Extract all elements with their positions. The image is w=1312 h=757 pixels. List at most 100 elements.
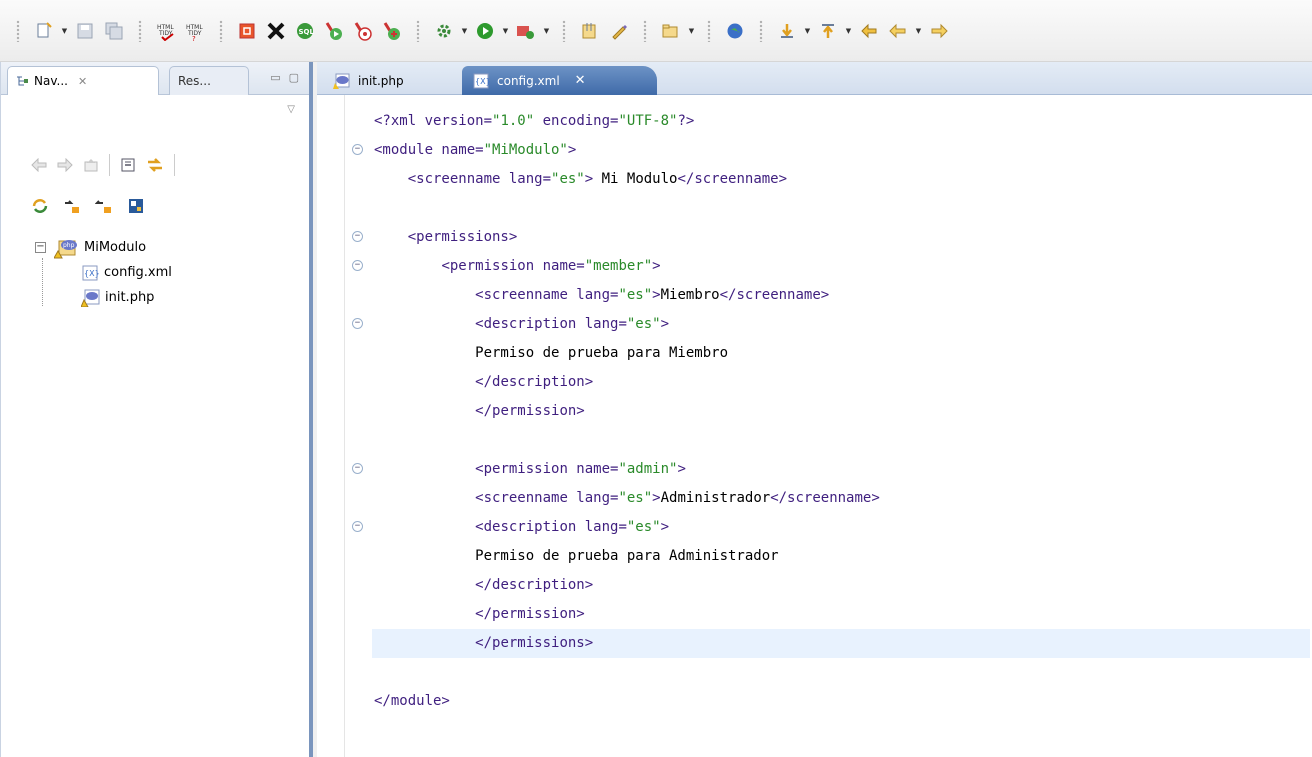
- upload-icon[interactable]: [95, 197, 113, 215]
- back-icon[interactable]: [31, 158, 47, 172]
- code-line[interactable]: − <permissions>: [352, 223, 1310, 252]
- code-line[interactable]: <screenname lang="es">Administrador</scr…: [374, 484, 1310, 513]
- editor-area: init.php {X} config.xml ✕ <?xml version=…: [317, 62, 1312, 757]
- collapse-toggle-icon[interactable]: −: [35, 242, 46, 253]
- fold-toggle-icon[interactable]: −: [352, 144, 363, 155]
- code-line[interactable]: </permission>: [374, 600, 1310, 629]
- code-line[interactable]: Permiso de prueba para Administrador: [374, 542, 1310, 571]
- navigator-toolbar-history: [31, 154, 175, 176]
- toolbar-separator: [562, 20, 566, 42]
- up-icon[interactable]: [83, 158, 99, 172]
- tab-resources[interactable]: Res...: [169, 66, 249, 95]
- code-line[interactable]: </permission>: [374, 397, 1310, 426]
- toolbar-separator: [643, 20, 647, 42]
- back-dropdown-icon[interactable]: ▼: [914, 19, 923, 43]
- forward-arrow-icon[interactable]: [926, 19, 952, 43]
- new-folder-dropdown-icon[interactable]: ▼: [687, 19, 696, 43]
- maximize-icon[interactable]: ▢: [289, 71, 299, 84]
- forward-icon[interactable]: [57, 158, 73, 172]
- php-file-icon: [81, 289, 100, 307]
- run-icon[interactable]: [472, 19, 498, 43]
- tree-item-project[interactable]: − php MiModulo: [35, 235, 172, 260]
- tab-init-php[interactable]: init.php: [323, 66, 438, 95]
- external-tools-icon[interactable]: [513, 19, 539, 43]
- toolbar-separator: [109, 154, 110, 176]
- svg-text:SQL: SQL: [299, 28, 315, 36]
- code-line[interactable]: </module>: [374, 687, 1310, 716]
- code-line[interactable]: <?xml version="1.0" encoding="UTF-8"?>: [374, 107, 1310, 136]
- toolbar-separator: [174, 154, 175, 176]
- run-dropdown-icon[interactable]: ▼: [501, 19, 510, 43]
- code-line[interactable]: </description>: [374, 571, 1310, 600]
- open-resource-icon[interactable]: [577, 19, 603, 43]
- code-line[interactable]: </description>: [374, 368, 1310, 397]
- fold-toggle-icon[interactable]: −: [352, 260, 363, 271]
- minimize-icon[interactable]: ▭: [270, 71, 280, 84]
- previous-annotation-dropdown-icon[interactable]: ▼: [844, 19, 853, 43]
- previous-annotation-icon[interactable]: [815, 19, 841, 43]
- new-wizard-icon[interactable]: [31, 19, 57, 43]
- xml-file-icon: {X}: [82, 265, 99, 280]
- svg-text:{X}: {X}: [84, 269, 99, 278]
- settings-dropdown-icon[interactable]: ▼: [460, 19, 469, 43]
- svg-text:{X}: {X}: [475, 77, 490, 86]
- code-line[interactable]: [374, 194, 1310, 223]
- collapse-all-icon[interactable]: [120, 157, 136, 173]
- code-line[interactable]: − <permission name="member">: [352, 252, 1310, 281]
- toolbar-separator: [219, 20, 223, 42]
- html-tidy-check-icon[interactable]: HTML TIDY?: [182, 19, 208, 43]
- settings-gear-icon[interactable]: [431, 19, 457, 43]
- svg-text:php: php: [63, 242, 75, 249]
- sql-explorer-icon[interactable]: SQL: [292, 19, 318, 43]
- code-line[interactable]: <screenname lang="es"> Mi Modulo</screen…: [374, 165, 1310, 194]
- synchronize-icon[interactable]: [127, 197, 145, 215]
- terminate-icon[interactable]: [263, 19, 289, 43]
- download-icon[interactable]: [63, 197, 81, 215]
- code-line[interactable]: [374, 426, 1310, 455]
- next-annotation-dropdown-icon[interactable]: ▼: [803, 19, 812, 43]
- new-wizard-dropdown-icon[interactable]: ▼: [60, 19, 69, 43]
- close-icon[interactable]: ✕: [575, 73, 586, 88]
- fold-toggle-icon[interactable]: −: [352, 318, 363, 329]
- editor-ruler: [317, 95, 345, 757]
- open-app-icon[interactable]: [234, 19, 260, 43]
- toolbar-grip[interactable]: [16, 20, 20, 42]
- next-annotation-icon[interactable]: [774, 19, 800, 43]
- html-tidy-fix-icon[interactable]: HTML TIDY: [153, 19, 179, 43]
- save-icon[interactable]: [72, 19, 98, 43]
- new-folder-icon[interactable]: [658, 19, 684, 43]
- editor-tab-bar: init.php {X} config.xml ✕: [317, 62, 1312, 95]
- toolbar-separator: [416, 20, 420, 42]
- close-icon[interactable]: ✕: [78, 75, 87, 88]
- project-tree: − php MiModulo {X} config.xml init.php: [35, 235, 172, 310]
- save-all-icon[interactable]: [101, 19, 127, 43]
- run-php-icon[interactable]: [321, 19, 347, 43]
- external-tools-dropdown-icon[interactable]: ▼: [542, 19, 551, 43]
- code-text-area[interactable]: <?xml version="1.0" encoding="UTF-8"?> − <…: [352, 107, 1310, 716]
- refresh-icon[interactable]: [31, 197, 49, 215]
- code-line[interactable]: <screenname lang="es">Miembro</screennam…: [374, 281, 1310, 310]
- profile-php-icon[interactable]: [379, 19, 405, 43]
- last-edit-icon[interactable]: [856, 19, 882, 43]
- tab-config-xml[interactable]: {X} config.xml ✕: [462, 66, 657, 95]
- code-line[interactable]: − <module name="MiModulo">: [352, 136, 1310, 165]
- code-line[interactable]: </permissions>: [372, 629, 1310, 658]
- code-line[interactable]: − <description lang="es">: [352, 513, 1310, 542]
- view-menu-icon[interactable]: ▽: [287, 104, 295, 115]
- fold-toggle-icon[interactable]: −: [352, 463, 363, 474]
- browser-globe-icon[interactable]: [722, 19, 748, 43]
- code-line[interactable]: [374, 658, 1310, 687]
- code-line[interactable]: − <description lang="es">: [352, 310, 1310, 339]
- fold-toggle-icon[interactable]: −: [352, 521, 363, 532]
- code-line[interactable]: Permiso de prueba para Miembro: [374, 339, 1310, 368]
- spell-check-icon[interactable]: [606, 19, 632, 43]
- fold-toggle-icon[interactable]: −: [352, 231, 363, 242]
- link-with-editor-icon[interactable]: [146, 157, 164, 173]
- tab-navigator[interactable]: Nav... ✕: [7, 66, 159, 95]
- debug-php-icon[interactable]: [350, 19, 376, 43]
- tab-navigator-label: Nav...: [34, 74, 68, 88]
- tree-item-config-xml[interactable]: {X} config.xml: [81, 260, 172, 285]
- back-arrow-icon[interactable]: [885, 19, 911, 43]
- tree-item-init-php[interactable]: init.php: [81, 285, 172, 310]
- code-line[interactable]: − <permission name="admin">: [352, 455, 1310, 484]
